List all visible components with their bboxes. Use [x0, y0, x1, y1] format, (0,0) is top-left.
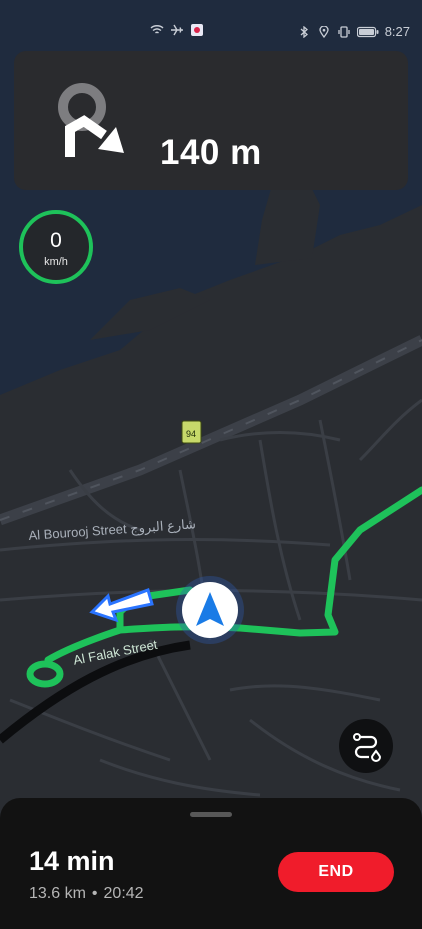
- roundabout-turn-right-icon: [58, 83, 124, 157]
- status-bar: 8:27: [0, 0, 422, 39]
- airplane-mode-icon: [171, 24, 183, 36]
- bluetooth-icon: [300, 25, 308, 38]
- location-icon: [319, 25, 329, 38]
- speed-value: 0: [50, 229, 62, 252]
- trip-duration: 14 min: [29, 846, 115, 876]
- route-options-icon: [353, 733, 382, 762]
- maneuver-distance: 140 m: [160, 133, 262, 172]
- trip-separator: •: [91, 885, 98, 902]
- end-navigation-button[interactable]: END: [278, 852, 394, 892]
- trip-summary-panel[interactable]: 14 min 13.6 km • 20:42 END: [0, 798, 422, 929]
- road-sign-number: 94: [186, 429, 196, 439]
- drag-handle[interactable]: [190, 812, 232, 817]
- vibrate-icon: [338, 25, 350, 38]
- trip-distance: 13.6 km: [29, 885, 86, 902]
- speed-unit: km/h: [44, 256, 68, 268]
- arrival-time: 20:42: [103, 885, 144, 902]
- trip-details: 13.6 km • 20:42: [29, 885, 144, 903]
- navigation-instruction-card[interactable]: 140 m: [14, 51, 408, 190]
- speedometer: 0 km/h: [19, 210, 93, 284]
- status-icons-left: [150, 24, 204, 36]
- wifi-icon: [150, 25, 164, 34]
- status-time: 8:27: [384, 24, 410, 39]
- app-notification-icon: [191, 24, 203, 36]
- battery-icon: [356, 26, 379, 37]
- route-options-button[interactable]: [339, 719, 393, 773]
- status-icons-right: 8:27: [297, 24, 410, 39]
